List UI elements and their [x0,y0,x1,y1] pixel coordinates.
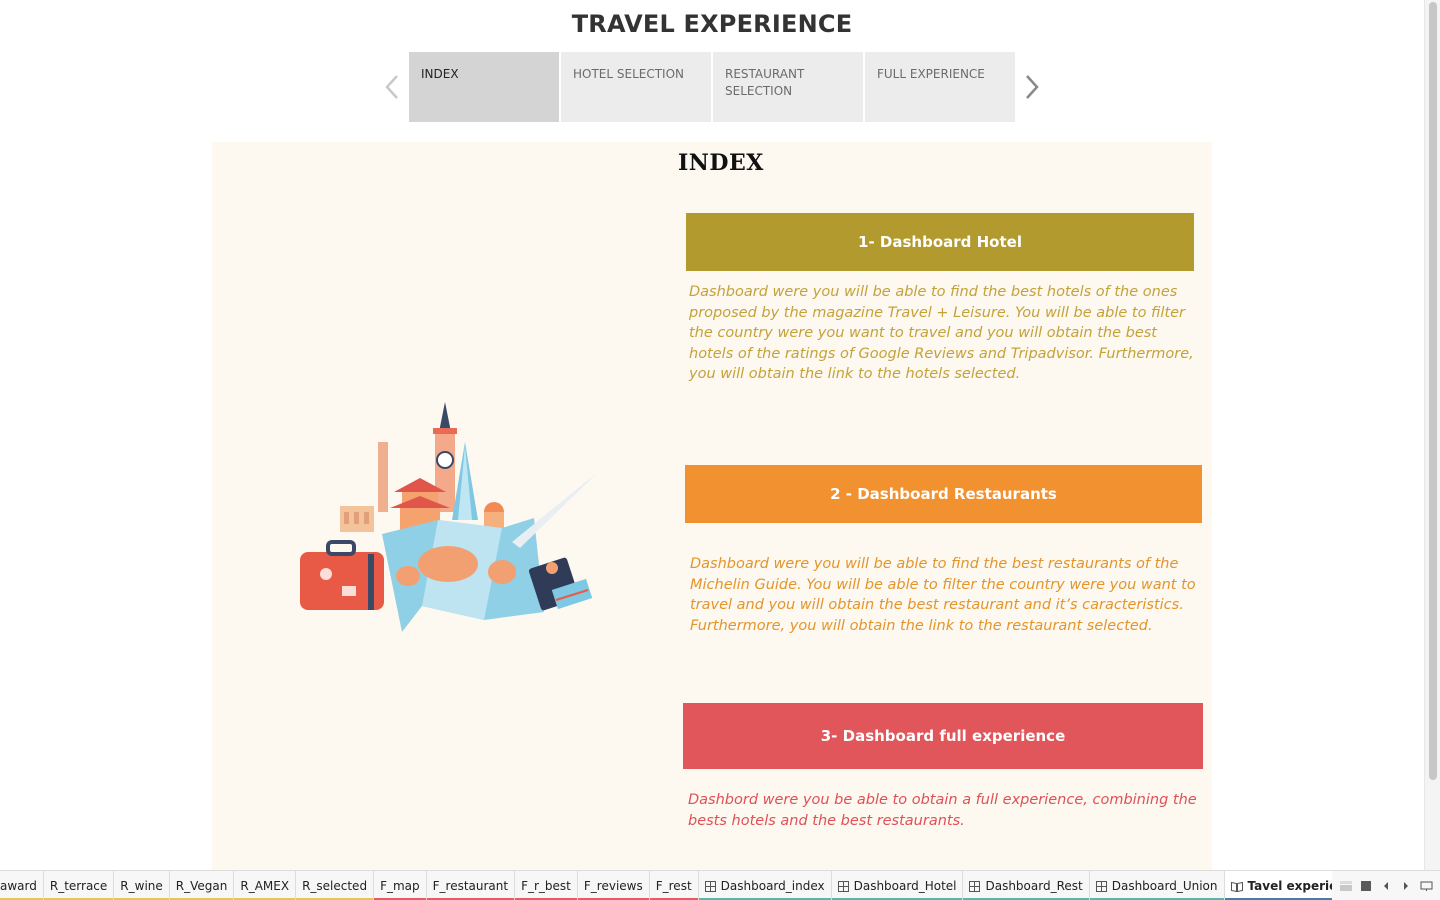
story-title: TRAVEL EXPERIENCE [571,10,853,38]
story-navigator: INDEX HOTEL SELECTION RESTAURANT SELECTI… [409,52,1015,122]
scrollbar-thumb[interactable] [1429,2,1437,780]
dashboard-tab-label: Dashboard_index [720,879,825,893]
sheet-tab-label: F_r_best [521,879,571,893]
dashboard-hotel-button[interactable]: 1- Dashboard Hotel [686,213,1194,271]
sheet-tab-label: R_AMEX [240,879,290,893]
story-prev-button[interactable] [380,70,404,104]
tab-bar-tools [1332,870,1440,900]
dashboard-grid-icon [837,880,849,892]
show-sheets-icon [1420,881,1432,891]
show-sheets-button[interactable] [1418,878,1434,894]
sheet-tab-label: F_map [380,879,420,893]
scroll-right-icon [1404,881,1408,890]
sheet-tab[interactable]: R_selected [296,871,375,900]
tab-view-icon [1361,880,1371,891]
story-point-full-experience[interactable]: FULL EXPERIENCE [865,52,1015,122]
dashboard-tab[interactable]: Dashboard_Rest [963,871,1090,900]
story-next-button[interactable] [1020,70,1044,104]
story-book-icon [1230,881,1243,892]
sheet-tab-label: R_wine [120,879,163,893]
dashboard-tab-label: Dashboard_Rest [985,879,1083,893]
chevron-left-icon [385,75,398,99]
scroll-tabs-left-button[interactable] [1378,878,1394,894]
sheet-tab[interactable]: F_restaurant [426,871,516,900]
chevron-right-icon [1026,75,1039,99]
dashboard-tab[interactable]: Dashboard_Hotel [831,871,964,900]
filmstrip-icon [1340,880,1352,891]
filmstrip-button[interactable] [1338,878,1354,894]
dashboard-restaurants-button[interactable]: 2 - Dashboard Restaurants [685,465,1202,523]
story-point-index[interactable]: INDEX [409,52,559,122]
index-dashboard: INDEX 1- Dashboard Hotel Dashboard were … [212,142,1212,870]
sheet-tab[interactable]: R_wine [114,871,170,900]
dashboard-grid-icon [704,880,716,892]
sheet-tab-bar: award R_terrace R_wine R_Vegan R_AMEX R_… [0,870,1440,900]
dashboard-tab-label: Dashboard_Hotel [853,879,957,893]
sheet-tab[interactable]: F_map [374,871,427,900]
dashboard-tab[interactable]: Dashboard_index [698,871,832,900]
sheet-tab-label: F_restaurant [432,879,509,893]
sheet-tab-label: award [0,879,37,893]
dashboard-full-experience-button[interactable]: 3- Dashboard full experience [683,703,1203,769]
sheet-tab[interactable]: F_r_best [515,871,578,900]
travel-illustration [300,402,598,632]
sheet-tab[interactable]: R_AMEX [234,871,297,900]
sheet-tab-label: F_rest [655,879,692,893]
story-point-restaurant-selection[interactable]: RESTAURANT SELECTION [713,52,863,122]
sheet-tab-label: F_reviews [583,879,643,893]
sheet-tab[interactable]: F_reviews [577,871,650,900]
scroll-left-icon [1384,881,1388,890]
sheet-tab[interactable]: R_Vegan [169,871,235,900]
story-point-hotel-selection[interactable]: HOTEL SELECTION [561,52,711,122]
sheet-tab-label: R_selected [302,879,368,893]
dashboard-grid-icon [969,880,981,892]
dashboard-tab-label: Dashboard_Union [1111,879,1218,893]
sheet-tab[interactable]: F_rest [649,871,699,900]
tableau-story-view: TRAVEL EXPERIENCE INDEX HOTEL SELECTION … [0,0,1440,900]
sheet-tab[interactable]: award [0,871,44,900]
dashboard-tab[interactable]: Dashboard_Union [1089,871,1225,900]
index-heading: INDEX [678,150,764,176]
dashboard-restaurants-description: Dashboard were you will be able to find … [690,556,1196,634]
sheet-tab[interactable]: R_terrace [43,871,115,900]
tab-view-button[interactable] [1358,878,1374,894]
sheet-tab-label: R_terrace [49,879,108,893]
sheet-tab-label: R_Vegan [175,879,228,893]
dashboard-hotel-description: Dashboard were you will be able to find … [689,284,1194,383]
dashboard-full-experience-description: Dashbord were you be able to obtain a fu… [688,792,1197,829]
scroll-tabs-right-button[interactable] [1398,878,1414,894]
vertical-scrollbar[interactable] [1424,0,1440,870]
dashboard-grid-icon [1095,880,1107,892]
